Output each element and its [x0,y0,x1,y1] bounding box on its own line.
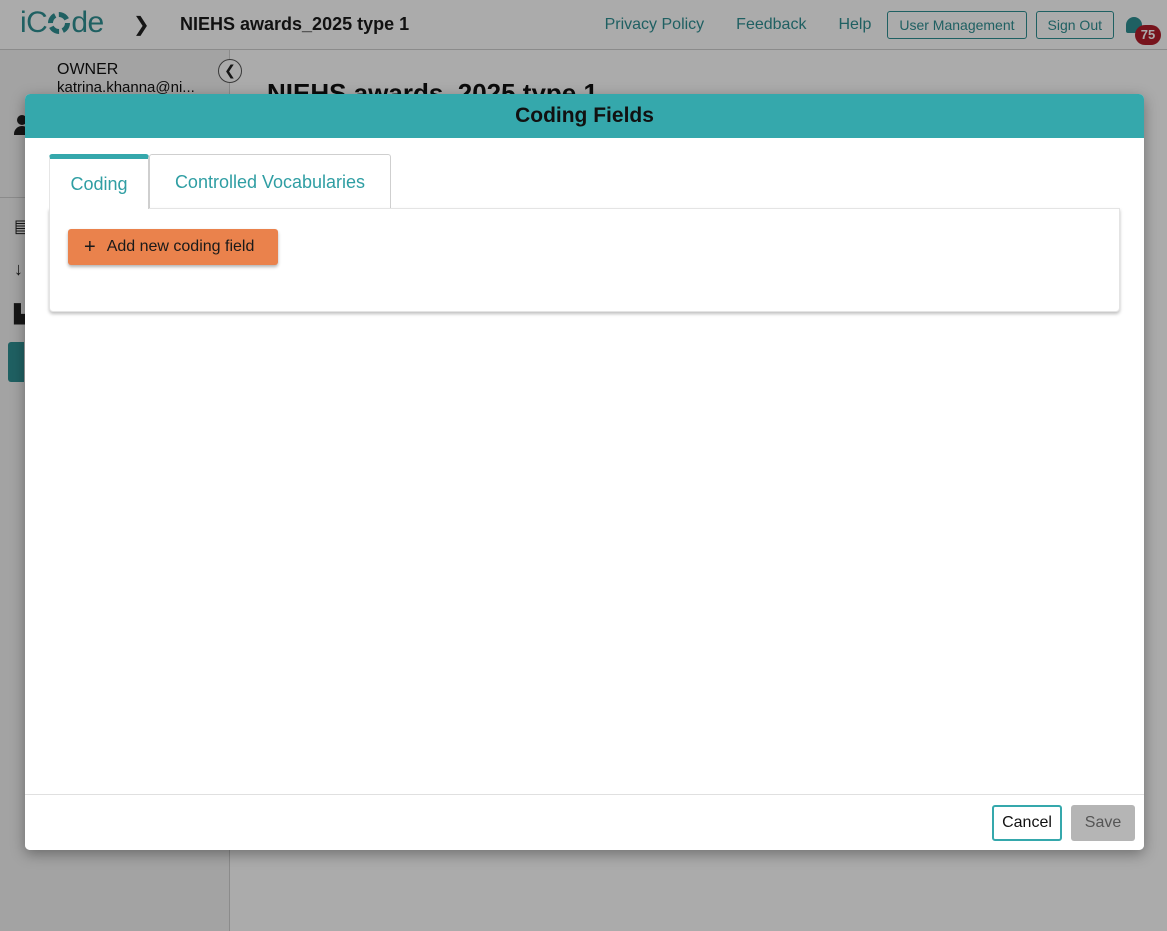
dialog-title: Coding Fields [515,104,654,127]
add-coding-field-label: Add new coding field [106,238,255,255]
add-coding-field-button[interactable]: + Add new coding field [68,229,278,265]
dialog-tabs: Coding Controlled Vocabularies [49,154,391,209]
dialog-header: Coding Fields [25,94,1144,138]
coding-tab-panel: + Add new coding field [49,208,1120,312]
save-button[interactable]: Save [1071,805,1135,841]
tab-coding[interactable]: Coding [49,154,149,209]
dialog-footer: Cancel Save [25,794,1144,850]
coding-fields-dialog: Coding Fields Coding Controlled Vocabula… [25,94,1144,850]
cancel-button[interactable]: Cancel [992,805,1062,841]
plus-icon: + [84,236,96,258]
tab-controlled-vocabularies[interactable]: Controlled Vocabularies [149,154,391,209]
